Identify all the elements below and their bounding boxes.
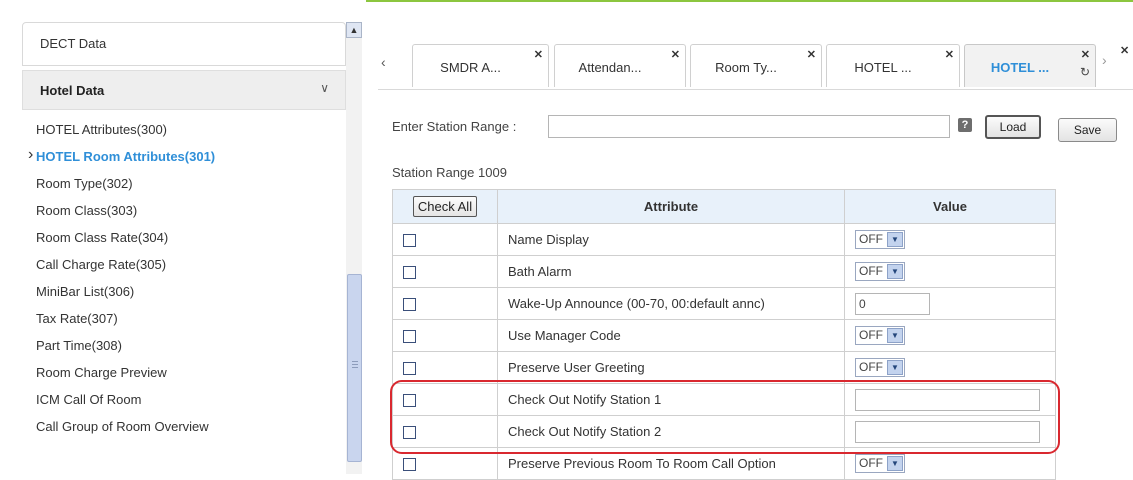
sidebar-item[interactable]: MiniBar List(306): [36, 284, 134, 299]
column-header-value: Value: [844, 189, 1056, 224]
value-cell: OFF ▼: [844, 255, 1056, 288]
attribute-name: Name Display: [497, 223, 845, 256]
station-range-label: Enter Station Range :: [392, 119, 517, 134]
column-header-attribute: Attribute: [497, 189, 845, 224]
highlight-annotation: [390, 380, 1060, 454]
row-checkbox[interactable]: [403, 234, 416, 248]
attribute-name: Bath Alarm: [497, 255, 845, 288]
row-checkbox[interactable]: [403, 330, 416, 344]
section-title: Hotel Data: [40, 83, 105, 98]
sidebar-item[interactable]: Call Charge Rate(305): [36, 257, 166, 272]
select-value: OFF: [859, 456, 883, 470]
close-icon[interactable]: ✕: [945, 48, 954, 61]
refresh-icon[interactable]: ↻: [1080, 65, 1090, 79]
sidebar-item[interactable]: Part Time(308): [36, 338, 122, 353]
row-checkbox[interactable]: [403, 298, 416, 312]
row-checkbox-cell: [392, 319, 498, 352]
row-checkbox-cell: [392, 223, 498, 256]
row-checkbox-cell: [392, 255, 498, 288]
sidebar-item[interactable]: ICM Call Of Room: [36, 392, 141, 407]
value-select[interactable]: OFF ▼: [855, 326, 905, 345]
chevron-right-icon: ›: [28, 146, 34, 163]
value-input[interactable]: 0: [855, 292, 930, 315]
table-header-row: Check All Attribute Value: [392, 189, 1056, 224]
close-icon[interactable]: ✕: [534, 48, 543, 61]
attribute-name: Preserve User Greeting: [497, 351, 845, 384]
value-select[interactable]: OFF ▼: [855, 262, 905, 281]
tab[interactable]: Room Ty... ✕: [690, 44, 822, 87]
attribute-name: Wake-Up Announce (00-70, 00:default annc…: [497, 287, 845, 320]
table-row: Bath Alarm OFF ▼: [392, 255, 1056, 288]
table-row: Use Manager Code OFF ▼: [392, 319, 1056, 352]
sidebar: DECT Data Hotel Data ∨ HOTEL Attributes(…: [0, 0, 366, 474]
sidebar-item[interactable]: Tax Rate(307): [36, 311, 118, 326]
chevron-down-icon: ▼: [887, 456, 903, 471]
value-cell: OFF ▼: [844, 223, 1056, 256]
row-checkbox[interactable]: [403, 266, 416, 280]
tab-label: SMDR A...: [440, 60, 501, 75]
attribute-name: Use Manager Code: [497, 319, 845, 352]
load-button[interactable]: Load: [985, 115, 1041, 139]
row-checkbox[interactable]: [403, 458, 416, 472]
value-cell: 0: [844, 287, 1056, 320]
chevron-down-icon: ▼: [887, 232, 903, 247]
sidebar-item-dect-data[interactable]: DECT Data: [22, 22, 346, 66]
close-icon[interactable]: ✕: [671, 48, 680, 61]
sidebar-scrollbar[interactable]: ▲: [346, 22, 362, 474]
chevron-down-icon: ▼: [887, 264, 903, 279]
sidebar-item[interactable]: Room Class Rate(304): [36, 230, 168, 245]
chevron-down-icon: ▼: [887, 360, 903, 375]
select-value: OFF: [859, 360, 883, 374]
check-all-button[interactable]: Check All: [412, 196, 478, 217]
row-checkbox-cell: [392, 351, 498, 384]
table-row: Preserve User Greeting OFF ▼: [392, 351, 1056, 384]
value-cell: OFF ▼: [844, 351, 1056, 384]
select-value: OFF: [859, 264, 883, 278]
close-icon[interactable]: ✕: [1081, 48, 1090, 61]
scrollbar-thumb[interactable]: [347, 274, 362, 462]
tab-label: HOTEL ...: [990, 60, 1050, 75]
select-value: OFF: [859, 328, 883, 342]
tab-scroll-left-icon[interactable]: ‹: [381, 54, 386, 70]
close-icon[interactable]: ✕: [807, 48, 816, 61]
scroll-up-icon[interactable]: ▲: [346, 22, 362, 38]
tab-label: Room Ty...: [715, 60, 777, 75]
row-checkbox[interactable]: [403, 362, 416, 376]
sidebar-item[interactable]: Room Type(302): [36, 176, 133, 191]
row-checkbox-cell: [392, 287, 498, 320]
station-range-text: Station Range 1009: [392, 165, 507, 180]
check-all-cell: Check All: [392, 189, 498, 224]
tab-strip: ‹ SMDR A... ✕ Attendan... ✕ Room Ty... ✕ HOTEL…: [378, 44, 1133, 90]
tab-label: Attendan...: [578, 60, 642, 75]
close-icon[interactable]: ✕: [1120, 44, 1129, 57]
tab-divider: [378, 89, 1133, 90]
sidebar-item[interactable]: HOTEL Attributes(300): [36, 122, 167, 137]
tab[interactable]: HOTEL ... ✕: [826, 44, 960, 87]
sidebar-item[interactable]: Room Charge Preview: [36, 365, 167, 380]
sidebar-item-label: DECT Data: [40, 36, 107, 51]
value-select[interactable]: OFF ▼: [855, 358, 905, 377]
chevron-down-icon: ▼: [887, 328, 903, 343]
tab[interactable]: SMDR A... ✕: [412, 44, 549, 87]
value-select[interactable]: OFF ▼: [855, 230, 905, 249]
save-button[interactable]: Save: [1058, 118, 1117, 142]
station-range-input[interactable]: [548, 115, 950, 138]
tab-label: HOTEL ...: [854, 60, 912, 75]
select-value: OFF: [859, 232, 883, 246]
tab[interactable]: HOTEL ... ✕ ↻: [964, 44, 1096, 87]
table-row: Name Display OFF ▼: [392, 223, 1056, 256]
sidebar-item[interactable]: Call Group of Room Overview: [36, 419, 209, 434]
sidebar-nav: DECT Data Hotel Data ∨ HOTEL Attributes(…: [22, 22, 346, 474]
table-row: Wake-Up Announce (00-70, 00:default annc…: [392, 287, 1056, 320]
sidebar-section-hotel-data[interactable]: Hotel Data ∨: [22, 70, 346, 110]
sidebar-item[interactable]: HOTEL Room Attributes(301): [36, 149, 215, 164]
tab[interactable]: Attendan... ✕: [554, 44, 686, 87]
chevron-down-icon: ∨: [320, 81, 329, 95]
value-select[interactable]: OFF ▼: [855, 454, 905, 473]
help-icon[interactable]: ?: [958, 118, 972, 132]
sidebar-item[interactable]: Room Class(303): [36, 203, 137, 218]
tab-scroll-right-icon[interactable]: ›: [1102, 52, 1107, 68]
grip-icon: [352, 361, 358, 362]
value-cell: OFF ▼: [844, 319, 1056, 352]
